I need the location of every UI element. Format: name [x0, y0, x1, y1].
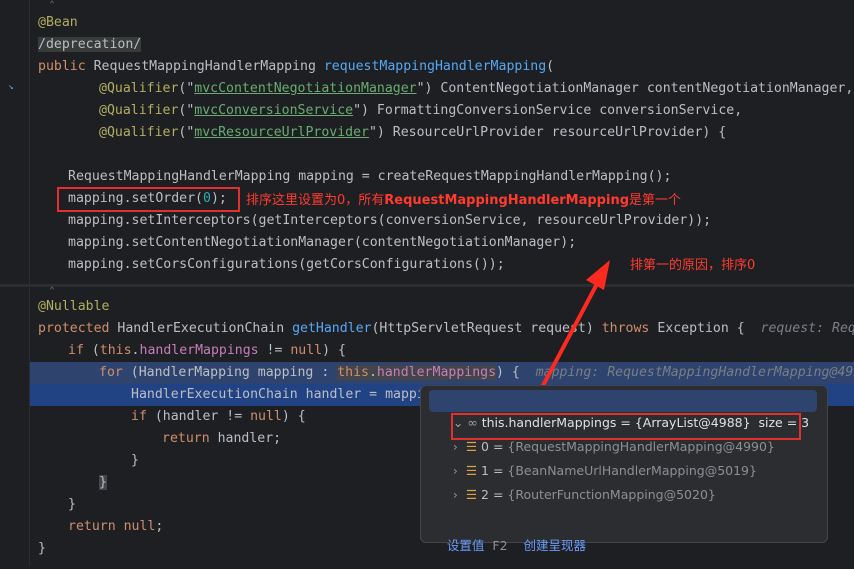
popup-item-row[interactable]: › ☰ 2 = {RouterFunctionMapping@5020} — [429, 462, 716, 502]
set-value-link[interactable]: 设置值 — [447, 538, 485, 553]
first-item-highlight-box — [451, 413, 801, 440]
popup-footer: 设置值 F2 创建呈现器 — [431, 520, 586, 569]
field-icon: ☰ — [465, 487, 478, 502]
debug-value-popup[interactable]: ⌄ ∞ this.handlerMappings = {ArrayList@49… — [420, 385, 828, 553]
create-renderer-link[interactable]: 创建呈现器 — [523, 538, 586, 553]
popup-header-row[interactable]: ⌄ ∞ this.handlerMappings = {ArrayList@49… — [429, 390, 817, 430]
popup-item-row[interactable]: › ☰ 1 = {BeanNameUrlHandlerMapping@5019} — [429, 438, 757, 478]
shortcut-hint: F2 — [492, 538, 508, 553]
